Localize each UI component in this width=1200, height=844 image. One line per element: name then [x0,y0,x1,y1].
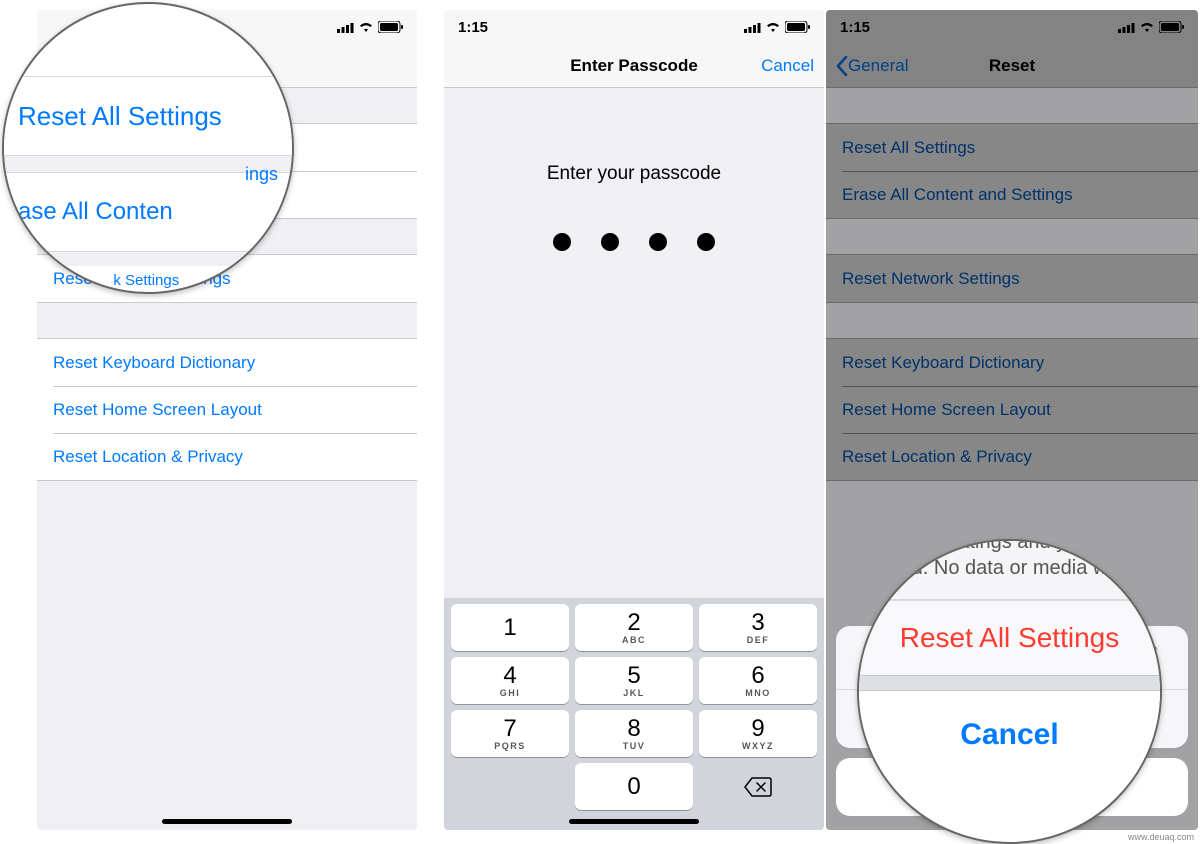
key-0[interactable]: 0 [575,763,693,810]
group-3: Reset Keyboard Dictionary Reset Home Scr… [37,338,417,481]
cellular-icon [744,22,761,33]
magnifier-callout-1: Reset All Settings ings ase All Conten R… [2,2,294,294]
status-time: 1:15 [458,19,488,36]
reset-home-screen-layout[interactable]: Reset Home Screen Layout [37,386,417,433]
reset-keyboard-dictionary[interactable]: Reset Keyboard Dictionary [37,339,417,386]
status-icons [744,21,810,33]
numeric-keypad: 1 2ABC 3DEF 4GHI 5JKL 6MNO 7PQRS 8TUV 9W… [444,598,824,830]
key-7[interactable]: 7PQRS [451,710,569,757]
magnified-reset-all: Reset All Settings [4,76,292,156]
key-6[interactable]: 6MNO [699,657,817,704]
key-4[interactable]: 4GHI [451,657,569,704]
magnifier-callout-2: ettings and y d. No data or media w Rese… [857,539,1162,844]
magnified-erase-all: ase All Conten [4,172,292,252]
passcode-prompt: Enter your passcode [444,163,824,185]
key-2[interactable]: 2ABC [575,604,693,651]
key-blank [451,763,569,810]
key-8[interactable]: 8TUV [575,710,693,757]
key-delete[interactable] [699,763,817,810]
wifi-icon [358,21,374,33]
home-indicator[interactable] [162,819,292,824]
screen-enter-passcode: 1:15 Enter Passcode Cancel Enter your pa… [444,10,824,830]
key-3[interactable]: 3DEF [699,604,817,651]
passcode-dot [601,233,619,251]
wifi-icon [765,21,781,33]
status-bar: 1:15 [444,10,824,44]
reset-location-privacy[interactable]: Reset Location & Privacy [37,433,417,480]
magnified-cancel-button: Cancel [859,691,1160,779]
magnified-trailing-text: ings [4,156,292,172]
cellular-icon [337,22,354,33]
key-5[interactable]: 5JKL [575,657,693,704]
key-1[interactable]: 1 [451,604,569,651]
magnified-message: ettings and y d. No data or media w [859,539,1160,600]
status-icons [337,21,403,33]
watermark: www.deuaq.com [1128,832,1194,842]
page-title: Enter Passcode [534,56,734,76]
battery-icon [378,21,403,33]
home-indicator[interactable] [569,819,699,824]
magnified-network: Res k Settings [4,266,292,294]
nav-bar: Enter Passcode Cancel [444,44,824,88]
battery-icon [785,21,810,33]
key-9[interactable]: 9WXYZ [699,710,817,757]
backspace-icon [744,777,772,797]
passcode-dot [697,233,715,251]
passcode-dot [649,233,667,251]
passcode-dot [553,233,571,251]
magnified-confirm-button: Reset All Settings [859,601,1160,675]
passcode-dots [444,233,824,251]
cancel-button[interactable]: Cancel [734,56,814,76]
